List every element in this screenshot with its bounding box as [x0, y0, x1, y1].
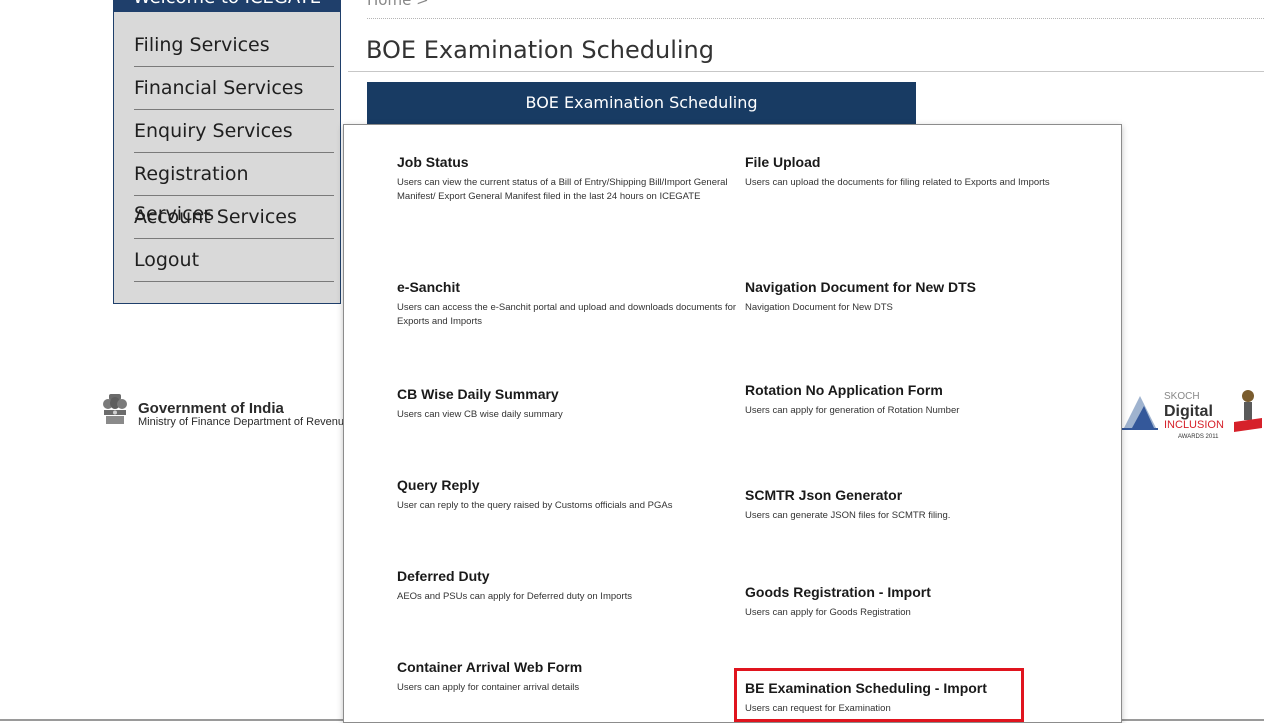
- menu-item-file-upload[interactable]: File Upload Users can upload the documen…: [745, 154, 1085, 190]
- menu-item-description: Users can view CB wise daily summary: [397, 409, 563, 420]
- menu-item-description: Users can generate JSON files for SCMTR …: [745, 510, 951, 521]
- sidebar-menu: Welcome to ICEGATE Filing Services Finan…: [113, 0, 341, 304]
- menu-item-description: Users can apply for container arrival de…: [397, 682, 580, 693]
- menu-item-description: Users can apply for generation of Rotati…: [745, 405, 960, 416]
- menu-item-title: Query Reply: [397, 477, 480, 493]
- sidebar-item-filing-services[interactable]: Filing Services: [134, 25, 334, 67]
- menu-item-title: SCMTR Json Generator: [745, 487, 903, 503]
- menu-item-title: e-Sanchit: [397, 279, 461, 295]
- breadcrumb-divider: [367, 18, 1264, 19]
- sidebar-item-financial-services[interactable]: Financial Services: [134, 68, 334, 110]
- menu-item-description: AEOs and PSUs can apply for Deferred dut…: [397, 591, 632, 602]
- sidebar-item-logout[interactable]: Logout: [134, 240, 334, 282]
- sidebar-item-enquiry-services[interactable]: Enquiry Services: [134, 111, 334, 153]
- boe-examination-scheduling-button[interactable]: BOE Examination Scheduling: [367, 82, 916, 124]
- menu-item-query-reply[interactable]: Query Reply User can reply to the query …: [397, 477, 737, 513]
- menu-item-cb-wise-daily-summary[interactable]: CB Wise Daily Summary Users can view CB …: [397, 386, 737, 422]
- breadcrumb[interactable]: Home >: [367, 0, 429, 9]
- svg-text:SKOCH: SKOCH: [1164, 391, 1200, 402]
- menu-item-title: Rotation No Application Form: [745, 382, 943, 398]
- menu-item-e-sanchit[interactable]: e-Sanchit Users can access the e-Sanchit…: [397, 279, 737, 329]
- award-logo-icon: [1122, 396, 1158, 430]
- menu-item-description: Users can request for Examination: [745, 703, 891, 714]
- menu-item-description: Users can view the current status of a B…: [397, 177, 728, 202]
- menu-item-description: Navigation Document for New DTS: [745, 302, 893, 313]
- sidebar-item-account-services[interactable]: Account Services: [134, 197, 334, 239]
- title-divider: [348, 71, 1264, 72]
- gov-subtitle: Ministry of Finance Department of Revenu…: [138, 416, 351, 428]
- menu-item-job-status[interactable]: Job Status Users can view the current st…: [397, 154, 737, 204]
- menu-item-deferred-duty[interactable]: Deferred Duty AEOs and PSUs can apply fo…: [397, 568, 737, 604]
- menu-item-title: File Upload: [745, 154, 821, 170]
- menu-item-description: Users can upload the documents for filin…: [745, 177, 1050, 188]
- svg-text:Digital: Digital: [1164, 403, 1213, 420]
- svg-text:INCLUSION: INCLUSION: [1164, 419, 1224, 431]
- menu-item-title: CB Wise Daily Summary: [397, 386, 559, 402]
- menu-item-scmtr-json-generator[interactable]: SCMTR Json Generator Users can generate …: [745, 487, 1085, 523]
- menu-item-container-arrival-web-form[interactable]: Container Arrival Web Form Users can app…: [397, 659, 737, 695]
- menu-item-goods-registration-import[interactable]: Goods Registration - Import Users can ap…: [745, 584, 1085, 620]
- menu-item-description: User can reply to the query raised by Cu…: [397, 500, 673, 511]
- award-trophy-icon: [1234, 390, 1262, 432]
- government-of-india-logo: Government of India Ministry of Finance …: [100, 392, 350, 444]
- menu-item-description: Users can apply for Goods Registration: [745, 607, 911, 618]
- boe-services-dropdown: Job Status Users can view the current st…: [343, 124, 1122, 723]
- welcome-header: Welcome to ICEGATE: [114, 0, 340, 12]
- menu-item-description: Users can access the e-Sanchit portal an…: [397, 302, 737, 327]
- sidebar-item-registration-services[interactable]: Registration Services: [134, 154, 334, 225]
- menu-item-title: Goods Registration - Import: [745, 584, 931, 600]
- menu-item-title: Job Status: [397, 154, 469, 170]
- menu-item-title: Container Arrival Web Form: [397, 659, 583, 675]
- menu-item-be-examination-scheduling-import[interactable]: BE Examination Scheduling - Import Users…: [745, 680, 1085, 716]
- skoch-award-logo-icon: SKOCH Digital INCLUSION AWARDS 2011: [1164, 391, 1224, 440]
- national-emblem-icon: [103, 394, 127, 424]
- svg-text:AWARDS 2011: AWARDS 2011: [1178, 434, 1219, 440]
- menu-item-title: Deferred Duty: [397, 568, 490, 584]
- page-title: BOE Examination Scheduling: [366, 36, 714, 64]
- menu-item-navigation-document[interactable]: Navigation Document for New DTS Navigati…: [745, 279, 1085, 315]
- menu-item-title: Navigation Document for New DTS: [745, 279, 977, 295]
- gov-title: Government of India: [138, 400, 284, 417]
- menu-item-title: BE Examination Scheduling - Import: [745, 680, 987, 696]
- menu-item-rotation-no-application-form[interactable]: Rotation No Application Form Users can a…: [745, 382, 1085, 418]
